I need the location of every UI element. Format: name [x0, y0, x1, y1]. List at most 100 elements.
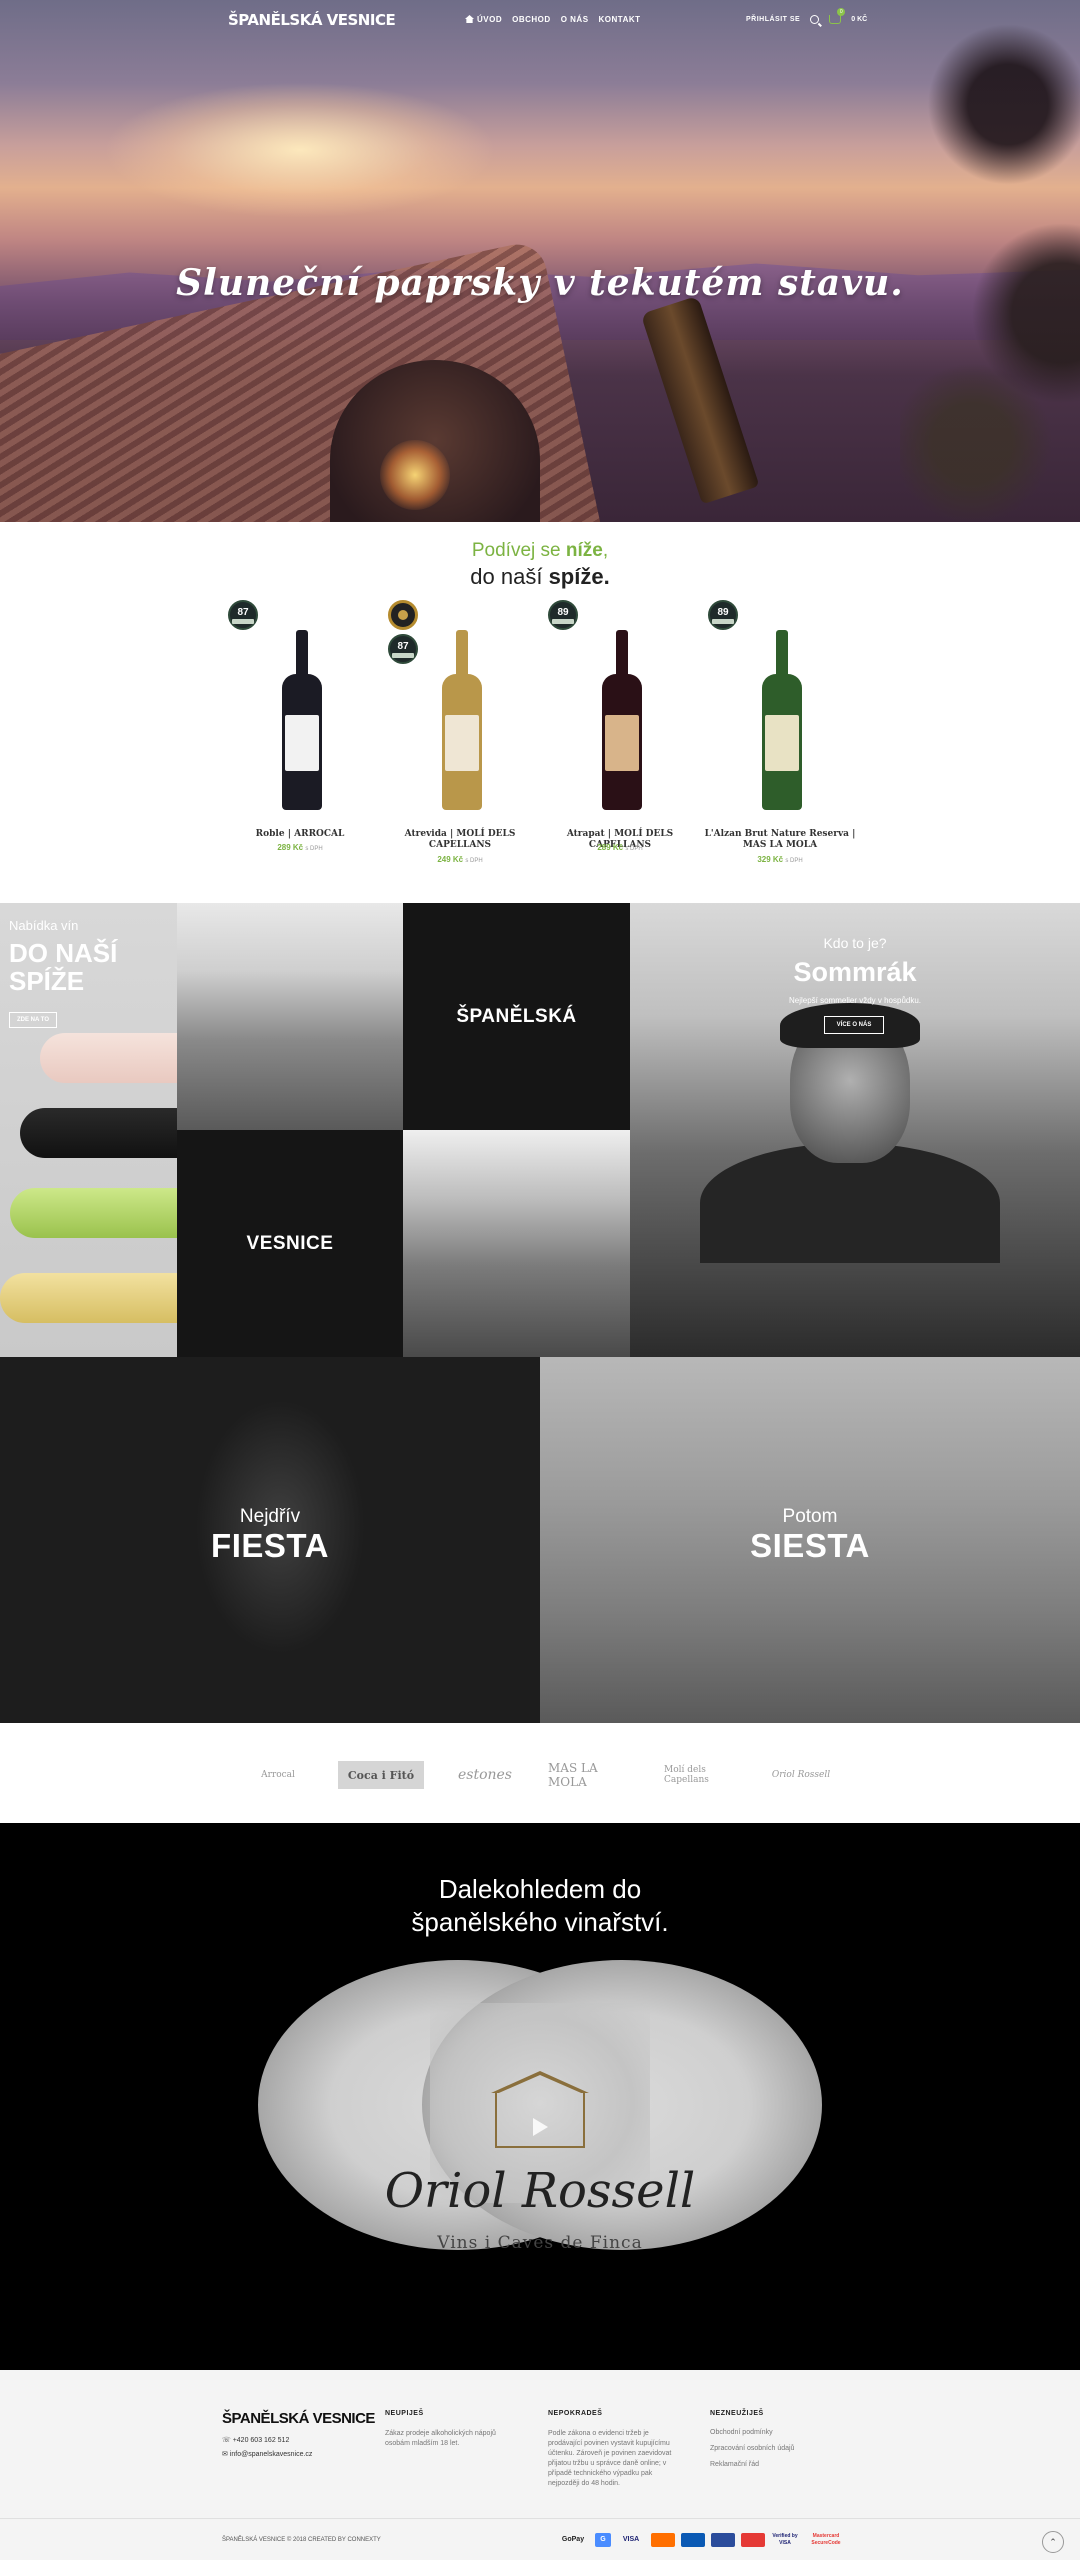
login-link[interactable]: PŘIHLÁSIT SE [746, 16, 800, 23]
copyright: ŠPANĚLSKÁ VESNICE © 2018 CREATED BY CONN… [222, 2537, 381, 2543]
menu-item-about[interactable]: O NÁS [561, 15, 589, 24]
bottle-image[interactable] [280, 630, 324, 810]
footer-logo[interactable]: ŠPANĚLSKÁ VESNICE [222, 2410, 375, 2427]
partner-logo[interactable]: MAS LA MOLA [548, 1761, 634, 1789]
spanelska-label: ŠPANĚLSKÁ [456, 1005, 577, 1027]
search-icon[interactable] [810, 15, 820, 24]
fiesta-kicker: Nejdřív [239, 1506, 301, 1527]
menu-item-home[interactable]: ÚVOD [465, 15, 502, 24]
about-us-button[interactable]: VÍCE O NÁS [824, 1016, 884, 1034]
hero-banner: Sluneční paprsky v tekutém stavu. [0, 0, 1080, 522]
maestro-logo [681, 2533, 705, 2547]
verified-by-visa-logo: Verified by VISA [772, 2533, 798, 2546]
sommrak-kicker: Kdo to je? [823, 935, 887, 951]
footer-phone[interactable]: ☏ +420 603 162 512 [222, 2436, 289, 2444]
bottle-neck [296, 630, 308, 680]
product-card[interactable]: 87 Atrevida | MOLÍ DELS CAPELLANS 249 Kč… [380, 600, 540, 880]
offer-title-line-1: DO NAŠÍ [9, 938, 118, 968]
footer-link-complaints[interactable]: Reklamační řád [710, 2461, 840, 2468]
bank-card-logo [711, 2533, 735, 2547]
bottle-image[interactable] [440, 630, 484, 810]
partner-logo[interactable]: Coca i Fitó [338, 1761, 424, 1789]
binocular-title-line-2: španělského vinařství. [411, 1907, 669, 1937]
securecode-logo: Mastercard SecureCode [811, 2533, 841, 2546]
mastercard-logo [651, 2533, 675, 2547]
footer-column-text: Zákaz prodeje alkoholických nápojů osobá… [385, 2430, 496, 2447]
price-value: 329 Kč [757, 855, 784, 864]
main-menu: ÚVOD OBCHOD O NÁS KONTAKT [465, 15, 641, 24]
footer-link-privacy[interactable]: Zpracování osobních údajů [710, 2445, 840, 2452]
village-photo-2 [403, 1130, 630, 1357]
partner-logo[interactable]: Molí dels Capellans [664, 1761, 730, 1789]
cart-icon[interactable]: 0 [829, 8, 846, 24]
site-logo[interactable]: ŠPANĚLSKÁ VESNICE [228, 11, 396, 29]
bottle-image[interactable] [600, 630, 644, 810]
bottle-neck [456, 630, 468, 680]
intro-line-1-suffix: , [602, 540, 609, 561]
vesnice-tile: VESNICE [177, 1130, 403, 1357]
menu-item-contact[interactable]: KONTAKT [599, 15, 641, 24]
bottle-neck [616, 630, 628, 680]
partner-logo[interactable]: estones [455, 1761, 515, 1789]
vat-note: s DPH [785, 858, 803, 864]
offer-title-line-2: SPÍŽE [9, 966, 85, 996]
cart-total[interactable]: 0 KČ [851, 16, 867, 23]
email-value: info@spanelskavesnice.cz [229, 2451, 313, 2458]
intro-line-1: Podívej se níže, [0, 540, 1080, 562]
sommrak-tile[interactable]: Kdo to je? Sommrák Nejlepší sommelier vž… [630, 903, 1080, 1357]
product-card[interactable]: 89 Atrapat | MOLÍ DELS CAPELLANS 289 Kč … [540, 600, 700, 880]
binocular-section: Dalekohledem do španělského vinařství. Or… [0, 1823, 1080, 2370]
sommrak-subtitle: Nejlepší sommelier vždy v hospůdku. [788, 996, 922, 1005]
offer-cta-button[interactable]: ZDE NA TO [9, 1012, 57, 1028]
footer-link-terms[interactable]: Obchodní podmínky [710, 2429, 840, 2436]
bottle-neck [776, 630, 788, 680]
offer-tile[interactable]: Nabídka vín DO NAŠÍ SPÍŽE ZDE NA TO [0, 903, 177, 1357]
vat-note: s DPH [305, 846, 323, 852]
hero-sunflare [380, 440, 450, 510]
vesnice-label: VESNICE [246, 1232, 334, 1254]
menu-item-shop[interactable]: OBCHOD [512, 15, 551, 24]
product-price: 289 Kč s DPH [220, 843, 380, 852]
footer-column-nezneuzijes: NEZNEUŽIJEŠ Obchodní podmínky Zpracování… [710, 2410, 840, 2477]
footer-column-nepokrades: NEPOKRADEŠ Podle zákona o evidenci tržeb… [548, 2410, 678, 2489]
footer-column-neupijes: NEUPIJEŠ Zákaz prodeje alkoholických náp… [385, 2410, 515, 2449]
product-price: 249 Kč s DPH [380, 855, 540, 864]
play-icon[interactable] [533, 2118, 548, 2136]
price-value: 249 Kč [437, 855, 464, 864]
fiesta-tile[interactable]: Nejdřív FIESTA [0, 1357, 540, 1723]
siesta-tile[interactable]: Potom SIESTA [540, 1357, 1080, 1723]
wine-bottle-dark [20, 1108, 177, 1158]
footer-bottom-bar: ŠPANĚLSKÁ VESNICE © 2018 CREATED BY CONN… [0, 2518, 1080, 2560]
intro-line-2-prefix: do naší [470, 564, 549, 589]
partner-logo[interactable]: Arrocal [258, 1761, 298, 1789]
winery-name: Oriol Rossell [384, 2163, 696, 2219]
offer-title: DO NAŠÍ SPÍŽE [9, 939, 117, 995]
winery-subtitle: Vins i Caves de Finca [437, 2233, 643, 2253]
price-value: 289 Kč [597, 843, 624, 852]
rating-badge: 89 [548, 600, 578, 630]
scroll-to-top-button[interactable]: ⌃ [1042, 2531, 1064, 2553]
partner-logo[interactable]: Oriol Rossell [766, 1761, 836, 1789]
page: Sluneční paprsky v tekutém stavu. ŠPANĚL… [0, 0, 1080, 2560]
product-grid: 87 Roble | ARROCAL 289 Kč s DPH 87 Atrev… [220, 600, 860, 880]
binocular-title-line-1: Dalekohledem do [438, 1874, 642, 1904]
siesta-kicker: Potom [782, 1506, 838, 1527]
product-card[interactable]: 89 L'Alzan Brut Nature Reserva | MAS LA … [700, 600, 860, 880]
product-name[interactable]: L'Alzan Brut Nature Reserva | MAS LA MOL… [700, 829, 860, 851]
feature-tiles: Nabídka vín DO NAŠÍ SPÍŽE ZDE NA TO ŠPANĚ… [0, 903, 1080, 1723]
binocular-title: Dalekohledem do španělského vinařství. [0, 1873, 1080, 1939]
product-name[interactable]: Roble | ARROCAL [220, 829, 380, 840]
footer: ŠPANĚLSKÁ VESNICE ☏ +420 603 162 512 ✉ i… [0, 2370, 1080, 2560]
product-name[interactable]: Atrevida | MOLÍ DELS CAPELLANS [380, 829, 540, 851]
footer-column-title: NEPOKRADEŠ [548, 2410, 603, 2417]
footer-email[interactable]: ✉ info@spanelskavesnice.cz [222, 2450, 312, 2458]
product-card[interactable]: 87 Roble | ARROCAL 289 Kč s DPH [220, 600, 380, 880]
medal-badge [388, 600, 418, 630]
wine-bottle-rose [40, 1033, 177, 1083]
rating-badge: 89 [708, 600, 738, 630]
home-icon [465, 15, 474, 23]
bottle-image[interactable] [760, 630, 804, 810]
intro-line-1-bold: níže [565, 540, 603, 561]
rating-badge: 87 [228, 600, 258, 630]
gopay-logo: GoPay [561, 2536, 585, 2543]
